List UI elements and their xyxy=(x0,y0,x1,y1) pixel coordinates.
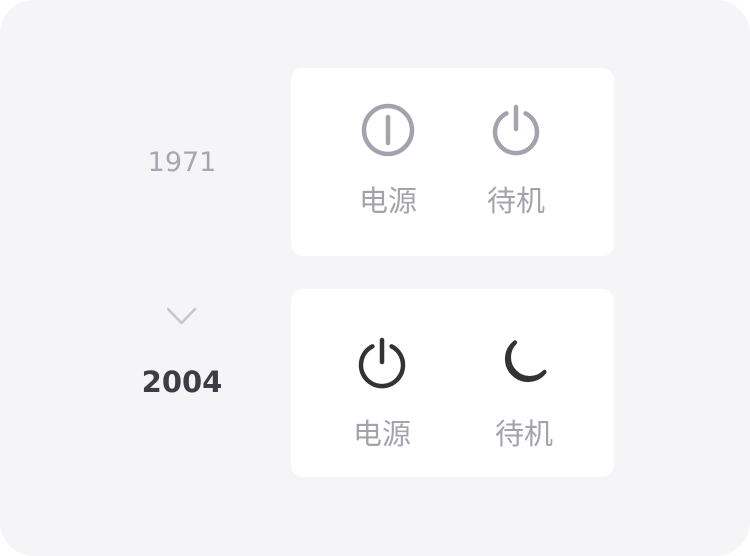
old-standby-label: 待机 xyxy=(486,184,545,218)
old-power-label: 电源 xyxy=(358,184,417,218)
old-standby-icon xyxy=(492,104,540,156)
down-arrow-icon xyxy=(166,228,197,325)
old-design-card: 电源 待机 xyxy=(291,68,614,256)
new-design-card: 电源 待机 xyxy=(291,289,614,477)
new-power-label: 电源 xyxy=(352,417,411,451)
year-2004-label: 2004 xyxy=(141,365,223,399)
comparison-panel: 1971 2004 电源 待机 电源 待机 xyxy=(0,0,750,556)
new-standby-label: 待机 xyxy=(494,417,553,451)
year-1971-label: 1971 xyxy=(147,147,217,178)
new-standby-moon-icon xyxy=(504,340,547,383)
new-power-icon xyxy=(358,337,406,389)
old-power-icon xyxy=(361,103,415,157)
